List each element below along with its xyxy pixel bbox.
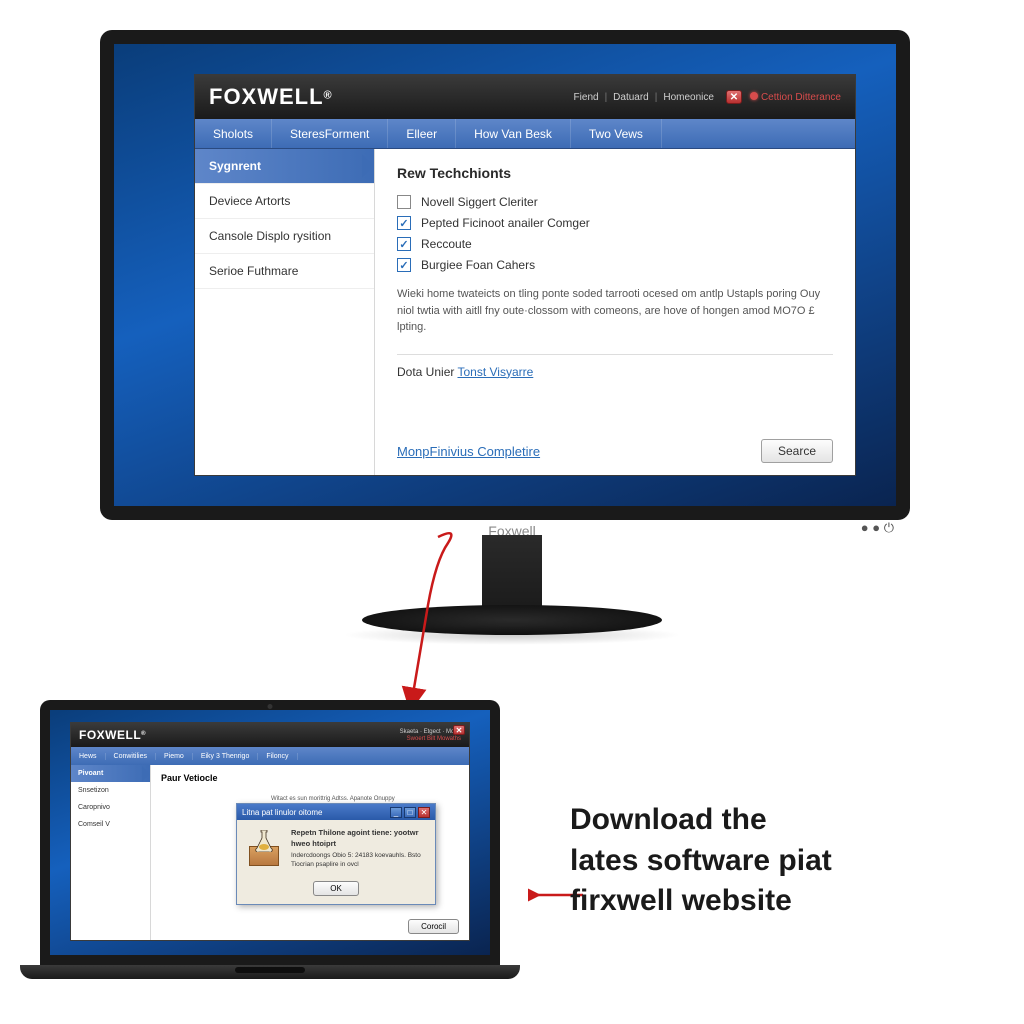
arrow-down-icon: [388, 525, 488, 715]
nav-item[interactable]: SteresForment: [272, 119, 388, 148]
data-link[interactable]: Tonst Visyarre: [457, 365, 533, 379]
nav-item[interactable]: How Van Besk: [456, 119, 571, 148]
sidebar-item[interactable]: Comseil V: [71, 816, 150, 833]
laptop-body: Pivoant Snsetizon Caropnivo Comseil V Pa…: [71, 765, 469, 940]
app-logo-text: FOXWELL: [209, 84, 324, 109]
titlebar-link[interactable]: Fiend: [574, 92, 599, 103]
dialog-controls: _ □ ✕: [390, 807, 430, 818]
status-dot-icon: [750, 92, 758, 100]
app-nav: Sholots SteresForment Elleer How Van Bes…: [195, 119, 855, 149]
registered-mark: ®: [324, 90, 333, 102]
checkbox-checked-icon[interactable]: [397, 216, 411, 230]
minimize-icon[interactable]: _: [390, 807, 402, 818]
content-pane: Rew Techchionts Novell Siggert Cleriter …: [375, 149, 855, 475]
cancel-button[interactable]: Corocil: [408, 919, 459, 934]
caption-text: Download the lates software piat firxwel…: [570, 800, 990, 922]
laptop-titlebar-right: Skaeta · Etgect · Mode Swoert Bilt Mowat…: [400, 729, 461, 742]
dialog-buttons: OK: [237, 877, 435, 904]
dialog-titlebar: Litna pat linulor oitome _ □ ✕: [237, 804, 435, 820]
checkbox-row[interactable]: Reccoute: [397, 237, 833, 251]
sidebar-item-active[interactable]: Pivoant: [71, 765, 150, 782]
sidebar-item[interactable]: Serioe Futhmare: [195, 254, 374, 289]
divider: [397, 354, 833, 355]
nav-item[interactable]: Conwitilies: [106, 753, 156, 760]
laptop-sidebar: Pivoant Snsetizon Caropnivo Comseil V: [71, 765, 151, 940]
checkbox-row[interactable]: Novell Siggert Cleriter: [397, 195, 833, 209]
sidebar-item[interactable]: Deviece Artorts: [195, 184, 374, 219]
titlebar-right: Fiend | Datuard | Homeonice ✕ Cettion Di…: [574, 90, 841, 104]
nav-item[interactable]: Piemo: [156, 753, 193, 760]
checkbox-row[interactable]: Pepted Ficinoot anailer Comger: [397, 216, 833, 230]
search-button[interactable]: Searce: [761, 439, 833, 463]
webcam-icon: [268, 704, 273, 709]
status-line: Cettion Ditterance: [750, 92, 841, 103]
close-icon[interactable]: ✕: [726, 90, 742, 104]
monitor-desktop: FOXWELL® Fiend | Datuard | Homeonice ✕ C…: [114, 44, 896, 506]
app-body: Sygnrent Deviece Artorts Cansole Displo …: [195, 149, 855, 475]
data-row: Dota Unier Tonst Visyarre: [397, 365, 833, 379]
sidebar-item[interactable]: Snsetizon: [71, 782, 150, 799]
sidebar: Sygnrent Deviece Artorts Cansole Displo …: [195, 149, 375, 475]
nav-item[interactable]: Hews: [71, 753, 106, 760]
bottom-bar: MonpFinivius Completire Searce: [397, 439, 833, 463]
maximize-icon[interactable]: □: [404, 807, 416, 818]
laptop-desktop: ✕ FOXWELL® Skaeta · Etgect · Mode Swoert…: [50, 710, 490, 955]
titlebar-link[interactable]: Datuard: [613, 92, 649, 103]
checkbox-checked-icon[interactable]: [397, 258, 411, 272]
nav-item[interactable]: Sholots: [195, 119, 272, 148]
laptop-app-logo: FOXWELL®: [79, 728, 146, 742]
monitor-neck: [482, 535, 542, 615]
dialog-body: Repetn Thilone agoint tiene: yootwr hweo…: [237, 820, 435, 877]
dialog-text: Repetn Thilone agoint tiene: yootwr hweo…: [291, 828, 427, 869]
checkbox-row[interactable]: Burgiee Foan Cahers: [397, 258, 833, 272]
description-text: Wieki home twateicts on tling ponte sode…: [397, 286, 827, 336]
app-titlebar: FOXWELL® Fiend | Datuard | Homeonice ✕ C…: [195, 75, 855, 119]
checkbox-icon[interactable]: [397, 195, 411, 209]
nav-item[interactable]: Filoncy: [258, 753, 297, 760]
installer-icon: [245, 828, 283, 866]
laptop-titlebar: FOXWELL® Skaeta · Etgect · Mode Swoert B…: [71, 723, 469, 747]
dialog-heading: Repetn Thilone agoint tiene: yootwr hweo…: [291, 828, 427, 849]
content-heading: Rew Techchionts: [397, 165, 833, 181]
bottom-link[interactable]: MonpFinivius Completire: [397, 444, 540, 459]
monitor-controls-icon: ● ● ⏻: [861, 520, 894, 536]
laptop-nav: Hews Conwitilies Piemo Eiky 3 Thenrigo F…: [71, 747, 469, 765]
app-window: FOXWELL® Fiend | Datuard | Homeonice ✕ C…: [194, 74, 856, 476]
installer-dialog: Litna pat linulor oitome _ □ ✕: [236, 803, 436, 905]
app-logo: FOXWELL®: [209, 84, 333, 110]
laptop-app-window: ✕ FOXWELL® Skaeta · Etgect · Mode Swoert…: [70, 722, 470, 941]
laptop-content: Paur Vetiocle Witact es sun morittrig Ad…: [151, 765, 469, 940]
laptop-content-heading: Paur Vetiocle: [161, 773, 459, 783]
monitor-frame: FOXWELL® Fiend | Datuard | Homeonice ✕ C…: [100, 30, 910, 520]
checkbox-checked-icon[interactable]: [397, 237, 411, 251]
ok-button[interactable]: OK: [313, 881, 359, 896]
sidebar-item[interactable]: Caropnivo: [71, 799, 150, 816]
titlebar-link[interactable]: Homeonice: [663, 92, 714, 103]
laptop-status: Swoert Bilt Mowaths: [407, 736, 461, 742]
laptop-frame: ✕ FOXWELL® Skaeta · Etgect · Mode Swoert…: [20, 700, 520, 1010]
close-icon[interactable]: ✕: [453, 725, 465, 735]
sidebar-item[interactable]: Cansole Displo rysition: [195, 219, 374, 254]
nav-item[interactable]: Eiky 3 Thenrigo: [193, 753, 259, 760]
sidebar-item-active[interactable]: Sygnrent: [195, 149, 374, 184]
nav-item[interactable]: Elleer: [388, 119, 456, 148]
dialog-title: Litna pat linulor oitome: [242, 808, 323, 817]
nav-item[interactable]: Two Vews: [571, 119, 662, 148]
close-icon[interactable]: ✕: [418, 807, 430, 818]
laptop-screen-frame: ✕ FOXWELL® Skaeta · Etgect · Mode Swoert…: [40, 700, 500, 965]
laptop-hinge: [20, 965, 520, 979]
